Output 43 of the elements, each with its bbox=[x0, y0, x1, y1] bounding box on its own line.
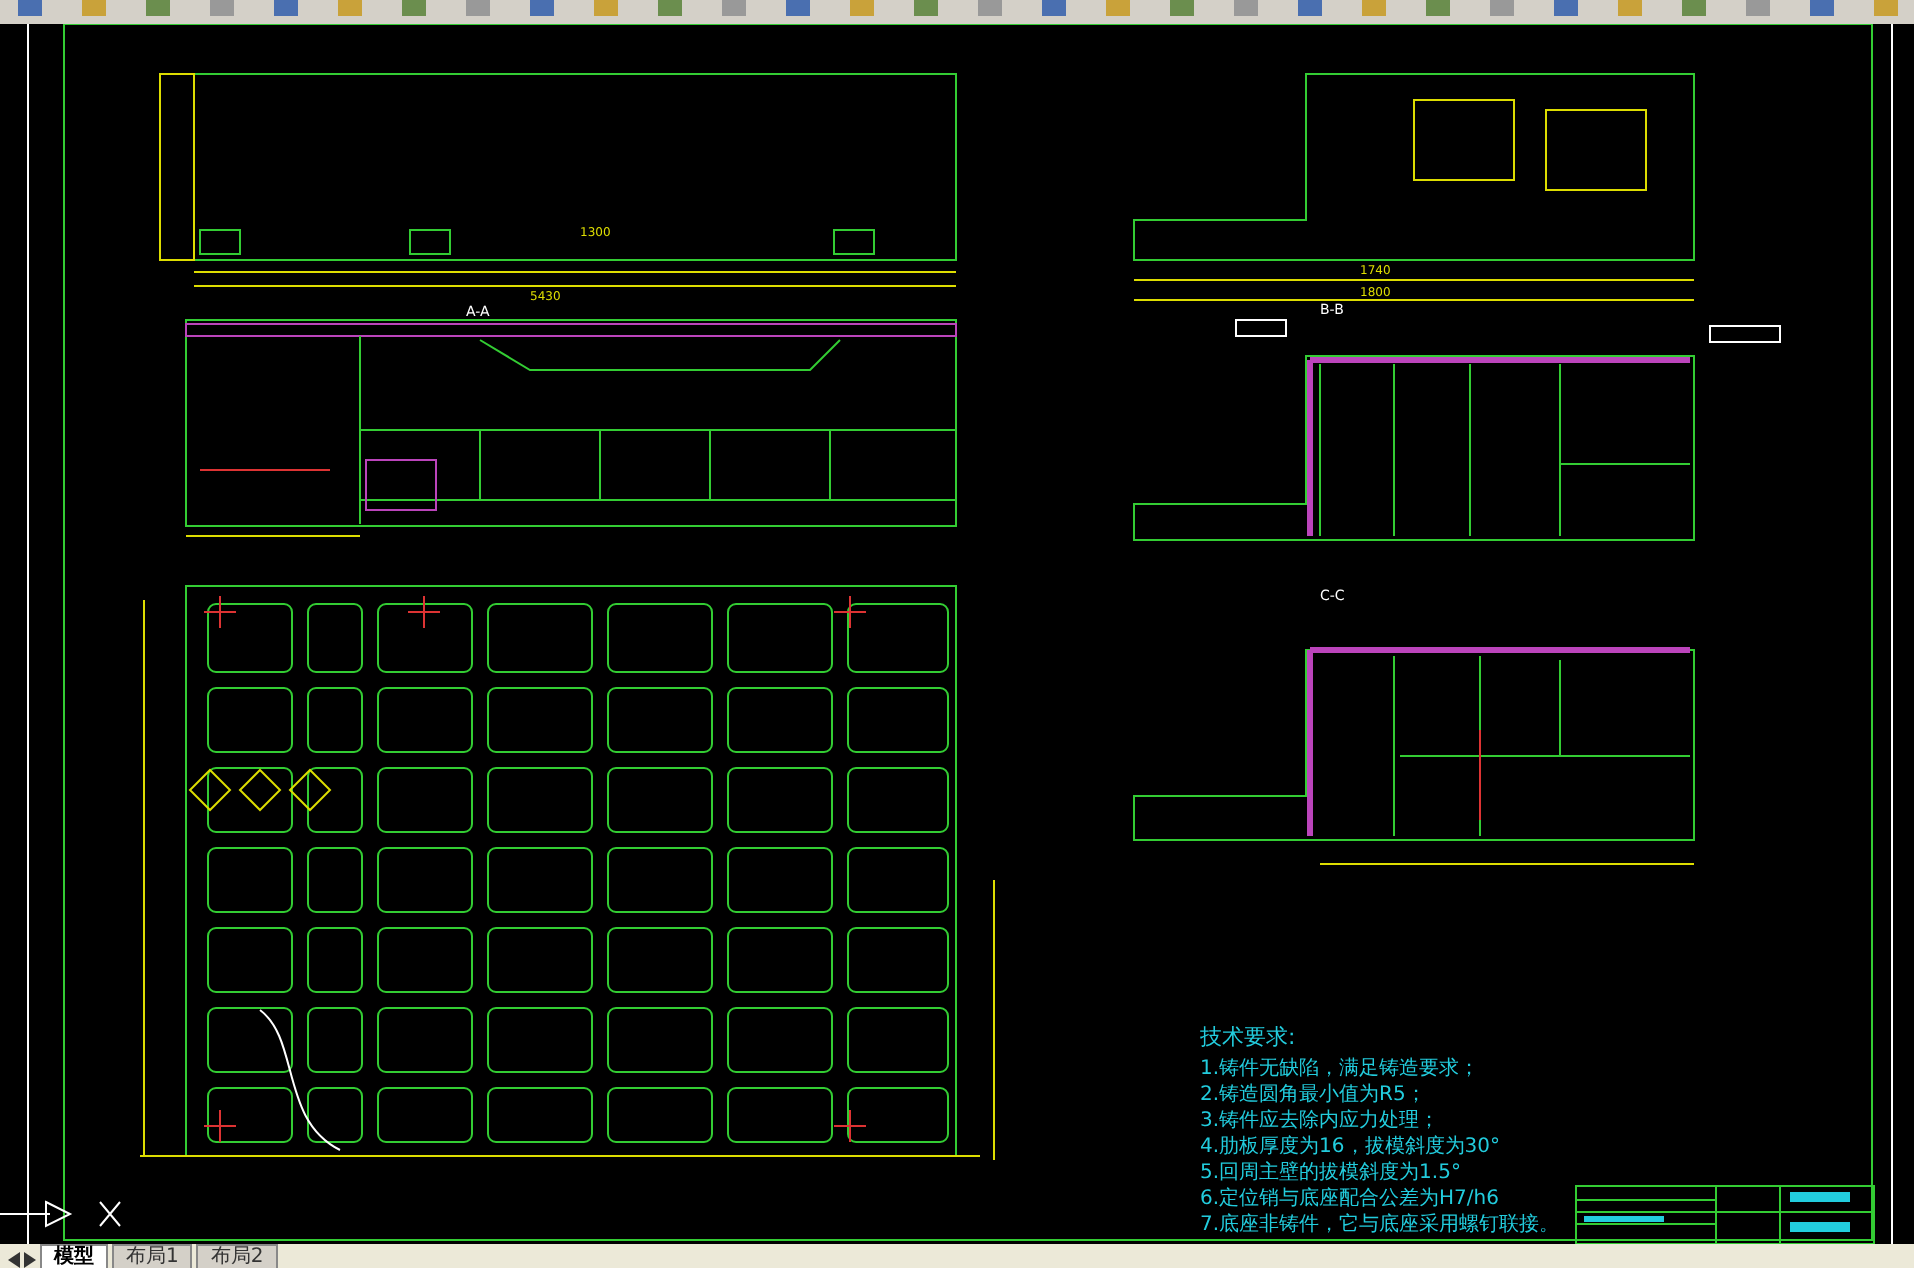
layout-tab[interactable]: 布局1 bbox=[112, 1244, 193, 1268]
toolbar-tool-icon[interactable] bbox=[912, 0, 940, 20]
toolbar-tool-icon[interactable] bbox=[1744, 0, 1772, 20]
toolbar-tool-icon[interactable] bbox=[16, 0, 44, 20]
toolbar-tool-icon[interactable] bbox=[784, 0, 812, 20]
toolbar-tool-icon[interactable] bbox=[656, 0, 684, 20]
toolbar-tool-icon[interactable] bbox=[1616, 0, 1644, 20]
note-text: 3.铸件应去除内应力处理； bbox=[1200, 1110, 1440, 1132]
notes-title: 技术要求: bbox=[1200, 1024, 1296, 1050]
toolbar-tool-icon[interactable] bbox=[1360, 0, 1388, 20]
toolbar-tool-icon[interactable] bbox=[1680, 0, 1708, 20]
toolbar-tool-icon[interactable] bbox=[272, 0, 300, 20]
toolbar-tool-icon[interactable] bbox=[1296, 0, 1324, 20]
toolbar-tool-icon[interactable] bbox=[208, 0, 236, 20]
ucs-icon bbox=[0, 1201, 121, 1227]
layout-tab[interactable]: 布局2 bbox=[196, 1244, 278, 1268]
toolbar-tool-icon[interactable] bbox=[1424, 0, 1452, 20]
note-text: 5.回周主壁的拔模斜度为1.5° bbox=[1200, 1162, 1461, 1184]
toolbar-tool-icon[interactable] bbox=[1872, 0, 1900, 20]
toolbar-tool-icon[interactable] bbox=[1552, 0, 1580, 20]
toolbar-tool-icon[interactable] bbox=[1168, 0, 1196, 20]
layout-tab[interactable]: 模型 bbox=[40, 1244, 108, 1268]
toolbar-tool-icon[interactable] bbox=[1808, 0, 1836, 20]
note-text: 7.底座非铸件，它与底座采用螺钉联接。 bbox=[1200, 1214, 1560, 1236]
toolbar-tool-icon[interactable] bbox=[720, 0, 748, 20]
note-text: 1.铸件无缺陷，满足铸造要求； bbox=[1200, 1058, 1480, 1080]
toolbar-tool-icon[interactable] bbox=[1104, 0, 1132, 20]
toolbar-tool-icon[interactable] bbox=[1488, 0, 1516, 20]
toolbar-tool-icon[interactable] bbox=[336, 0, 364, 20]
toolbar-tool-icon[interactable] bbox=[592, 0, 620, 20]
toolbar-tool-icon[interactable] bbox=[80, 0, 108, 20]
toolbar-tool-icon[interactable] bbox=[848, 0, 876, 20]
toolbar-tool-icon[interactable] bbox=[144, 0, 172, 20]
note-text: 4.肋板厚度为16，拔模斜度为30° bbox=[1200, 1136, 1500, 1158]
toolbar-tool-icon[interactable] bbox=[528, 0, 556, 20]
toolbar-tool-icon[interactable] bbox=[976, 0, 1004, 20]
toolbar-tool-icon[interactable] bbox=[1232, 0, 1260, 20]
note-text: 6.定位销与底座配合公差为H7/h6 bbox=[1200, 1188, 1499, 1210]
note-text: 2.铸造圆角最小值为R5； bbox=[1200, 1084, 1426, 1106]
tab-scroll-icon[interactable] bbox=[8, 1252, 36, 1268]
toolbar-tool-icon[interactable] bbox=[1040, 0, 1068, 20]
toolbar-tool-icon[interactable] bbox=[400, 0, 428, 20]
toolbar-tool-icon[interactable] bbox=[464, 0, 492, 20]
